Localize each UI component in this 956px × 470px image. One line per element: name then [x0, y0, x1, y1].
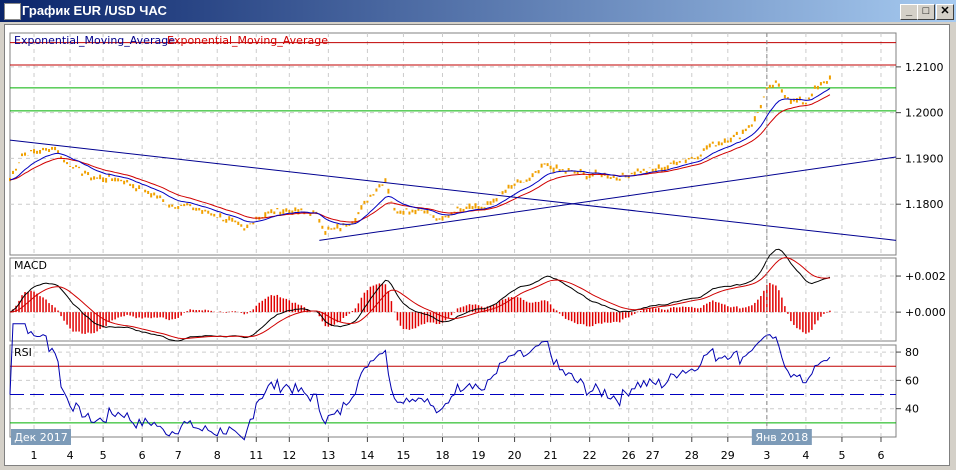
x-tick-label: 5	[100, 449, 107, 462]
x-tick-label: 21	[544, 449, 558, 462]
macd-title: MACD	[14, 259, 47, 272]
x-tick-label: 14	[360, 449, 374, 462]
x-tick-label: 4	[802, 449, 809, 462]
x-tick-label: 20	[508, 449, 522, 462]
x-tick-label: 5	[838, 449, 845, 462]
month-label: Янв 2018	[755, 431, 808, 444]
x-tick-label: 18	[435, 449, 449, 462]
x-tick-label: 11	[249, 449, 263, 462]
x-tick-label: 1	[31, 449, 38, 462]
x-tick-label: 29	[721, 449, 735, 462]
x-tick-label: 26	[622, 449, 636, 462]
price-panel	[9, 32, 897, 256]
y-tick-label: 1.2000	[905, 107, 944, 120]
y-tick-label: 1.1800	[905, 198, 944, 211]
y-tick-label: 40	[905, 403, 919, 416]
x-tick-label: 3	[763, 449, 770, 462]
x-tick-label: 8	[214, 449, 221, 462]
x-tick-label: 19	[472, 449, 486, 462]
legend-ema-slow: Exponential_Moving_Average	[167, 34, 328, 47]
x-tick-label: 27	[646, 449, 660, 462]
x-tick-label: 15	[396, 449, 410, 462]
x-tick-label: 12	[282, 449, 296, 462]
x-tick-label: 7	[175, 449, 182, 462]
x-tick-label: 6	[139, 449, 146, 462]
x-tick-label: 4	[67, 449, 74, 462]
y-tick-label: 1.2100	[905, 61, 944, 74]
macd-panel	[9, 257, 897, 342]
x-tick-label: 13	[321, 449, 335, 462]
y-tick-label: 80	[905, 346, 919, 359]
legend-ema-fast: Exponential_Moving_Average	[14, 34, 175, 47]
y-tick-label: 60	[905, 374, 919, 387]
y-tick-label: 1.1900	[905, 152, 944, 165]
y-tick-label: +0.002	[905, 270, 946, 283]
month-label: Дек 2017	[14, 431, 68, 444]
rsi-title: RSI	[14, 346, 32, 359]
x-tick-label: 28	[685, 449, 699, 462]
y-tick-label: +0.000	[905, 306, 946, 319]
chart-canvas[interactable]: Янв 2018Дек 2017654329282726222120191815…	[0, 0, 956, 470]
x-tick-label: 22	[583, 449, 597, 462]
x-tick-label: 6	[877, 449, 884, 462]
